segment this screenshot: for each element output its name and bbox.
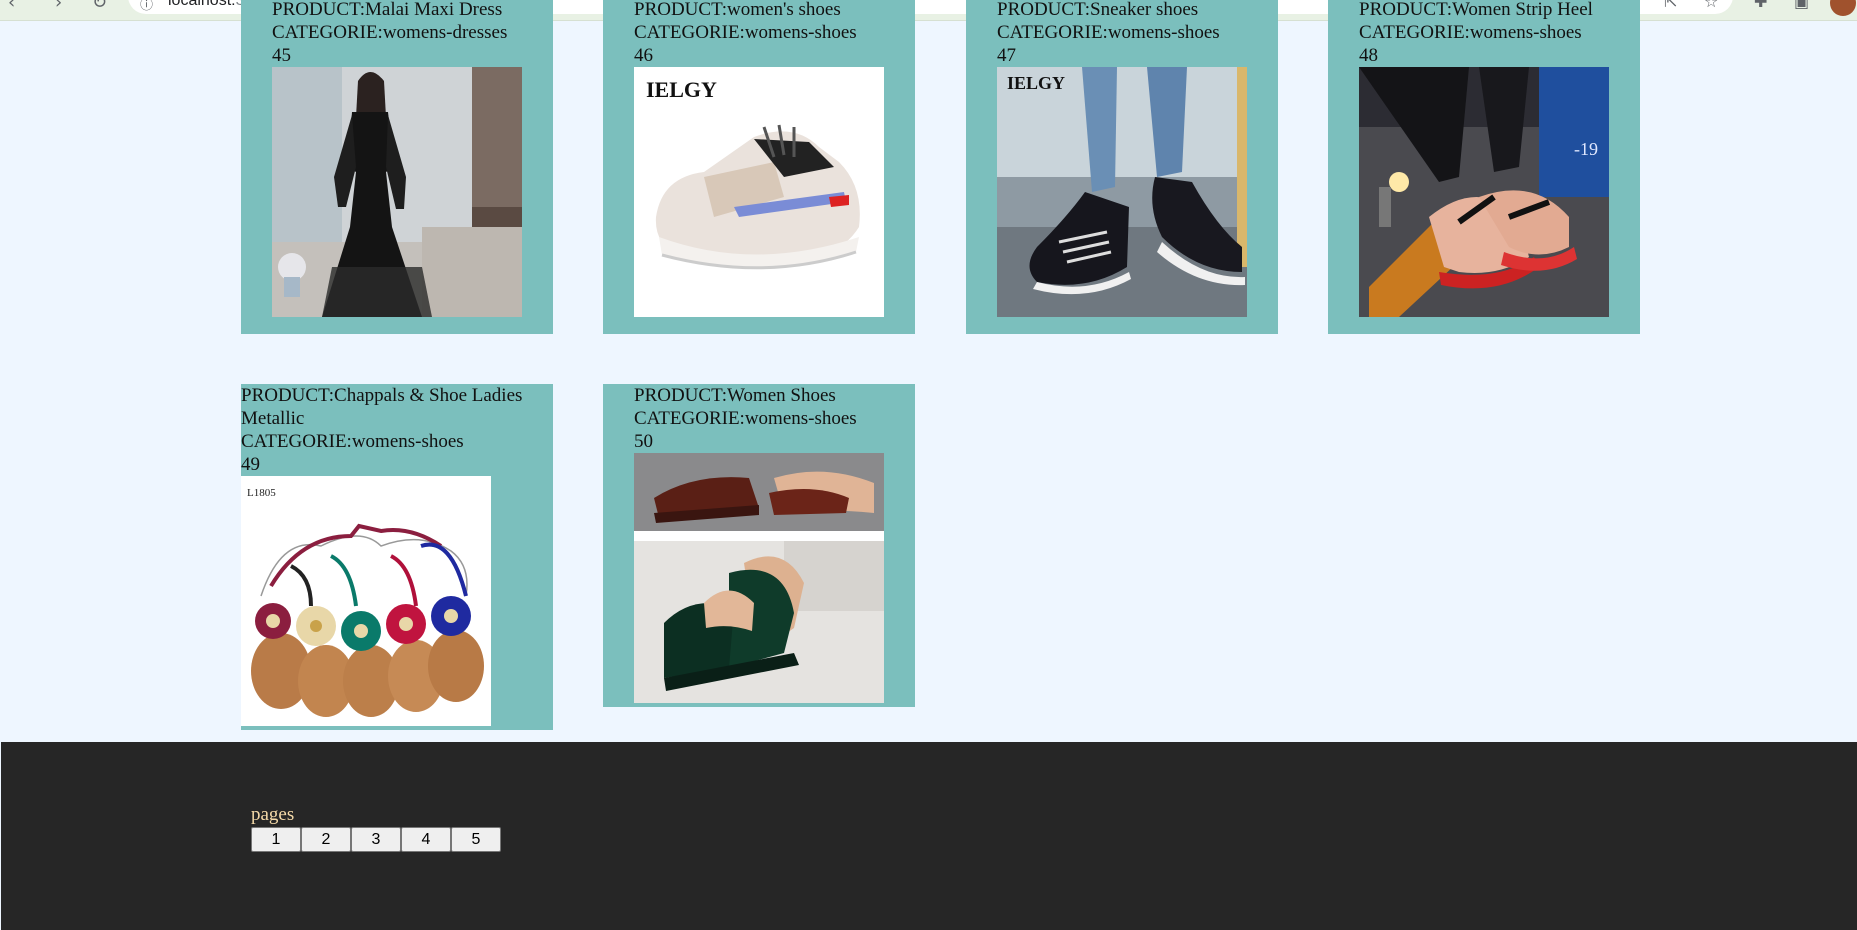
product-category: CATEGORIE:womens-dresses	[272, 22, 508, 43]
extensions-puzzle-icon[interactable]: ✚	[1754, 0, 1767, 11]
product-card[interactable]: PRODUCT:Women Shoes CATEGORIE:womens-sho…	[603, 384, 915, 707]
page-button-1[interactable]: 1	[251, 827, 301, 852]
product-category: CATEGORIE:womens-shoes	[1359, 22, 1582, 43]
product-image-flower-sandals[interactable]: L1805	[241, 476, 491, 726]
product-image-wedge-slides[interactable]	[634, 453, 884, 703]
image-sign-text: -19	[1574, 139, 1598, 159]
product-id: 47	[997, 45, 1016, 66]
product-image-sneakers-worn[interactable]: IELGY	[997, 67, 1247, 317]
product-card[interactable]: PRODUCT:Sneaker shoes CATEGORIE:womens-s…	[966, 0, 1278, 334]
product-card[interactable]: PRODUCT:Malai Maxi Dress CATEGORIE:women…	[241, 0, 553, 334]
product-id: 49	[241, 454, 260, 475]
product-card[interactable]: PRODUCT:women's shoes CATEGORIE:womens-s…	[603, 0, 915, 334]
product-category: CATEGORIE:womens-shoes	[997, 22, 1220, 43]
image-code-text: L1805	[247, 487, 276, 499]
share-icon[interactable]: ⇱	[1664, 0, 1677, 11]
product-name: PRODUCT:Chappals & Shoe Ladies Metallic	[241, 385, 523, 429]
product-id: 45	[272, 45, 291, 66]
page-button-5[interactable]: 5	[451, 827, 501, 852]
image-brand-text: IELGY	[646, 77, 717, 102]
page-button-2[interactable]: 2	[301, 827, 351, 852]
page-button-3[interactable]: 3	[351, 827, 401, 852]
product-id: 48	[1359, 45, 1378, 66]
product-card[interactable]: PRODUCT:Chappals & Shoe Ladies Metallic …	[241, 384, 553, 730]
product-name: PRODUCT:Malai Maxi Dress	[272, 0, 503, 20]
product-image-strip-heels[interactable]: -19	[1359, 67, 1609, 317]
reload-icon[interactable]: ↻	[92, 0, 107, 13]
product-name: PRODUCT:women's shoes	[634, 0, 841, 20]
product-name: PRODUCT:Sneaker shoes	[997, 0, 1199, 20]
product-category: CATEGORIE:womens-shoes	[634, 22, 857, 43]
pagination: 1 2 3 4 5	[251, 827, 501, 852]
footer: pages 1 2 3 4 5	[1, 742, 1857, 930]
product-category: CATEGORIE:womens-shoes	[634, 408, 857, 429]
product-image-sneaker[interactable]: IELGY	[634, 67, 884, 317]
bookmark-star-icon[interactable]: ☆	[1704, 0, 1718, 11]
product-name: PRODUCT:Women Strip Heel	[1359, 0, 1593, 20]
product-id: 50	[634, 431, 653, 452]
image-brand-text: IELGY	[1007, 73, 1065, 93]
page-button-4[interactable]: 4	[401, 827, 451, 852]
site-info-icon[interactable]: ⓘ	[140, 0, 153, 13]
side-panel-icon[interactable]: ▣	[1794, 0, 1809, 11]
product-category: CATEGORIE:womens-shoes	[241, 431, 464, 452]
product-card[interactable]: PRODUCT:Women Strip Heel CATEGORIE:women…	[1328, 0, 1640, 334]
pages-label: pages	[251, 804, 295, 825]
profile-avatar[interactable]	[1830, 0, 1856, 16]
forward-arrow-icon[interactable]: ›	[55, 0, 62, 13]
product-image-dress[interactable]	[272, 67, 522, 317]
product-id: 46	[634, 45, 653, 66]
back-arrow-icon[interactable]: ‹	[8, 0, 15, 13]
product-name: PRODUCT:Women Shoes	[634, 385, 836, 406]
